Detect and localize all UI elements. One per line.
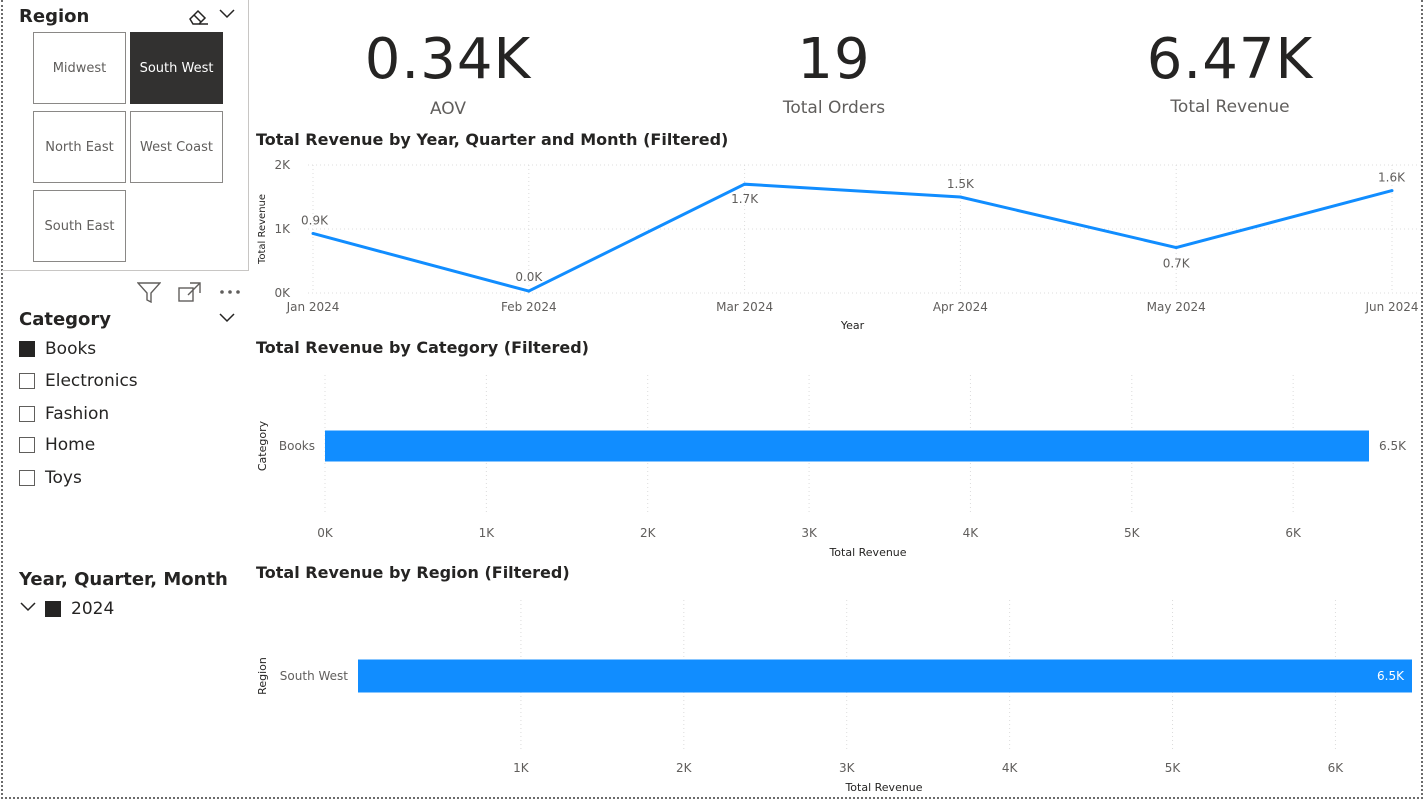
kpi-revenue-label: Total Revenue (1170, 97, 1290, 117)
category-item-label: Home (45, 435, 96, 455)
bar (325, 430, 1369, 462)
checkbox[interactable] (19, 373, 35, 389)
tile-label: North East (45, 139, 114, 155)
date-item-label: 2024 (71, 599, 115, 619)
category-item-home[interactable]: Home (19, 435, 95, 455)
x-tick-label: 3K (839, 761, 856, 775)
x-tick-label: 4K (1002, 761, 1019, 775)
category-item-fashion[interactable]: Fashion (19, 404, 109, 424)
data-label: 1.7K (731, 192, 759, 206)
x-tick-label: 5K (1165, 761, 1182, 775)
x-tick-label: 4K (963, 526, 980, 540)
tile-label: West Coast (140, 139, 213, 155)
checkbox[interactable] (19, 341, 35, 357)
data-point (958, 195, 962, 199)
region-tile-north-east[interactable]: North East (33, 111, 126, 183)
region-tile-west-coast[interactable]: West Coast (130, 111, 223, 183)
kpi-orders-label: Total Orders (782, 98, 886, 118)
region-tile-south-east[interactable]: South East (33, 190, 126, 262)
x-axis-title: Year (840, 319, 865, 332)
kpi-orders-value: 19 (797, 27, 871, 92)
x-tick-label: Feb 2024 (501, 300, 557, 314)
x-tick-label: 2K (676, 761, 693, 775)
data-label: 6.5K (1377, 669, 1405, 683)
x-tick-label: 1K (479, 526, 496, 540)
kpi-aov-value: 0.34K (364, 27, 532, 92)
data-label: 1.6K (1378, 171, 1406, 185)
revenue-by-region-bar-chart: 1K 2K 3K 4K 5K 6K Total Revenue Region South Wes… (256, 600, 1412, 794)
y-tick-label: 2K (274, 158, 291, 172)
data-point (743, 182, 747, 186)
chevron-down-icon[interactable] (218, 312, 236, 324)
category-slicer-title: Category (19, 309, 112, 330)
data-point (527, 289, 531, 293)
category-item-toys[interactable]: Toys (19, 468, 82, 488)
checkbox[interactable] (19, 437, 35, 453)
checkbox[interactable] (19, 470, 35, 486)
more-options-icon[interactable] (218, 288, 244, 296)
x-tick-label: May 2024 (1147, 300, 1206, 314)
data-label: 1.5K (947, 177, 975, 191)
x-tick-label: 6K (1328, 761, 1345, 775)
x-axis-title: Total Revenue (844, 781, 922, 794)
category-label: South West (280, 669, 348, 683)
y-tick-label: 1K (274, 222, 291, 236)
x-axis-title: Total Revenue (828, 546, 906, 559)
x-tick-label: 2K (640, 526, 657, 540)
x-tick-label: Jan 2024 (286, 300, 340, 314)
y-axis-title: Region (256, 657, 269, 695)
chevron-down-icon[interactable] (218, 8, 236, 20)
category-item-electronics[interactable]: Electronics (19, 371, 138, 391)
category-item-label: Fashion (45, 404, 110, 424)
date-item-2024[interactable]: 2024 (45, 599, 114, 619)
x-tick-label: 5K (1124, 526, 1141, 540)
data-label: 0.7K (1163, 257, 1191, 271)
tile-label: South West (139, 60, 214, 76)
region-tile-midwest[interactable]: Midwest (33, 32, 126, 104)
x-tick-label: 0K (317, 526, 334, 540)
y-axis-title: Total Revenue (257, 194, 268, 265)
category-item-label: Books (45, 339, 97, 359)
focus-mode-icon[interactable] (178, 282, 202, 302)
data-label: 0.0K (515, 270, 543, 284)
data-label: 6.5K (1379, 439, 1407, 453)
revenue-by-category-bar-chart: 0K 1K 2K 3K 4K 5K 6K Total Revenue Category Books… (256, 375, 1407, 559)
category-chart-title: Total Revenue by Category (Filtered) (256, 338, 589, 357)
revenue-by-month-line-chart: 0K 1K 2K Jan 2024 Feb 2024 Mar 2024 Apr 2024 Ma… (257, 158, 1424, 332)
data-point (1390, 189, 1394, 193)
x-tick-label: 3K (801, 526, 818, 540)
region-chart-title: Total Revenue by Region (Filtered) (256, 563, 570, 582)
checkbox[interactable] (19, 406, 35, 422)
date-slicer-title: Year, Quarter, Month (19, 569, 228, 590)
chevron-down-icon[interactable] (19, 601, 37, 613)
bar (358, 659, 1412, 693)
line-chart-title: Total Revenue by Year, Quarter and Month… (256, 130, 729, 149)
y-axis-title: Category (256, 420, 269, 471)
category-item-books[interactable]: Books (19, 339, 96, 359)
x-tick-label: Mar 2024 (716, 300, 773, 314)
kpi-aov-label: AOV (429, 99, 467, 119)
x-tick-label: Jun 2024 (1364, 300, 1418, 314)
data-label: 0.9K (301, 213, 329, 227)
y-tick-label: 0K (274, 286, 291, 300)
series-line (312, 182, 1393, 293)
region-slicer-title: Region (19, 6, 90, 27)
x-tick-label: Apr 2024 (933, 300, 988, 314)
data-point (1174, 246, 1178, 250)
category-item-label: Electronics (45, 371, 138, 391)
category-item-label: Toys (45, 468, 82, 488)
data-point (311, 231, 315, 235)
filter-icon[interactable] (137, 281, 161, 303)
x-tick-label: 1K (513, 761, 530, 775)
region-tile-south-west[interactable]: South West (130, 32, 223, 104)
checkbox[interactable] (45, 601, 61, 617)
eraser-icon[interactable] (187, 6, 209, 26)
tile-label: South East (44, 218, 115, 234)
tile-label: Midwest (52, 60, 107, 76)
category-label: Books (279, 439, 315, 453)
kpi-revenue-value: 6.47K (1146, 27, 1314, 92)
x-tick-label: 6K (1285, 526, 1302, 540)
